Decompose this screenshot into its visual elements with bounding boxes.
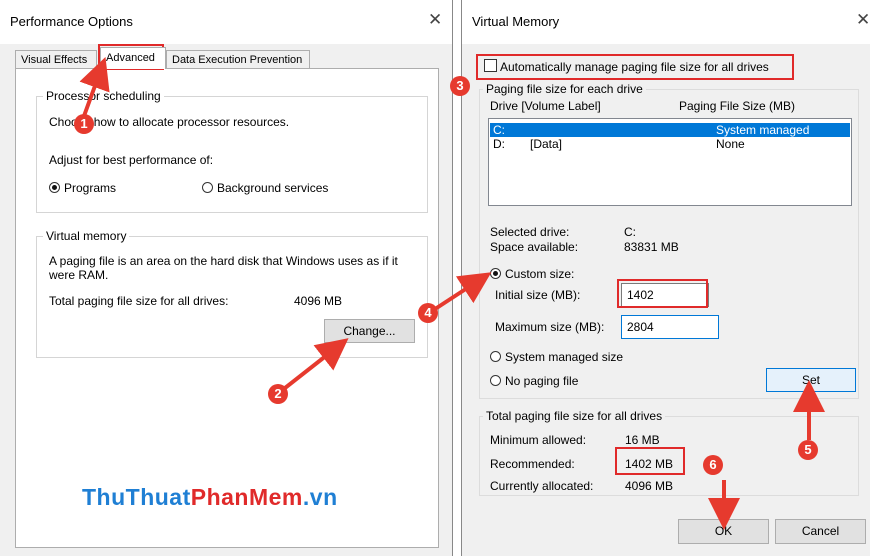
system-managed-radio[interactable]: System managed size <box>490 350 623 364</box>
currently-allocated-label: Currently allocated: <box>490 479 594 493</box>
drive-row-d[interactable]: D: [Data] None <box>490 137 850 151</box>
system-managed-label: System managed size <box>505 350 624 364</box>
adjust-label: Adjust for best performance of: <box>49 153 214 167</box>
highlight-recommended <box>615 447 685 475</box>
maximum-size-label: Maximum size (MB): <box>495 320 605 334</box>
window-title: Performance Options <box>10 14 133 29</box>
background-services-radio[interactable]: Background services <box>202 181 328 195</box>
set-button[interactable]: Set <box>766 368 856 392</box>
recommended-label: Recommended: <box>490 457 575 471</box>
virtual-memory-legend: Virtual memory <box>43 229 130 243</box>
advanced-tab-panel: Processor scheduling Choose how to alloc… <box>15 68 439 548</box>
custom-size-radio-indicator[interactable] <box>490 268 501 279</box>
size-column-header: Paging File Size (MB) <box>679 99 796 113</box>
watermark-part-2: PhanMem <box>190 484 303 510</box>
paging-file-group: Paging file size for each drive Drive [V… <box>479 82 859 399</box>
custom-size-radio[interactable]: Custom size: <box>490 267 574 281</box>
annotation-badge-4: 4 <box>418 303 438 323</box>
currently-allocated-value: 4096 MB <box>625 479 674 493</box>
annotation-badge-6: 6 <box>703 455 723 475</box>
performance-options-window: Performance Options ✕ Visual Effects Adv… <box>0 0 453 556</box>
title-bar: Virtual Memory ✕ <box>462 0 870 44</box>
paging-file-legend: Paging file size for each drive <box>483 82 646 96</box>
tab-visual-effects[interactable]: Visual Effects <box>15 50 97 68</box>
watermark-part-3: .vn <box>302 484 338 510</box>
cancel-button[interactable]: Cancel <box>775 519 866 544</box>
tab-advanced[interactable]: Advanced <box>100 47 166 69</box>
virtual-memory-group: Virtual memory A paging file is an area … <box>36 229 428 358</box>
drive-list[interactable]: C: System managed D: [Data] None <box>488 118 852 206</box>
maximum-size-input[interactable]: 2804 <box>621 315 719 339</box>
annotation-badge-2: 2 <box>268 384 288 404</box>
minimum-allowed-value: 16 MB <box>625 433 660 447</box>
annotation-badge-3: 3 <box>450 76 470 96</box>
drive-column-header: Drive [Volume Label] <box>490 99 601 113</box>
close-icon[interactable]: ✕ <box>856 10 870 30</box>
space-available-label: Space available: <box>490 240 579 254</box>
watermark: ThuThuatPhanMem.vn <box>82 484 338 511</box>
programs-radio[interactable]: Programs <box>49 181 116 195</box>
no-paging-file-radio-indicator[interactable] <box>490 375 501 386</box>
tab-strip: Visual Effects Advanced Data Execution P… <box>15 47 435 70</box>
drive-row-c[interactable]: C: System managed <box>490 123 850 137</box>
drive-paging-size: None <box>716 137 745 151</box>
programs-radio-label: Programs <box>64 181 117 195</box>
initial-size-label: Initial size (MB): <box>495 288 581 302</box>
tab-data-execution-prevention[interactable]: Data Execution Prevention <box>166 50 310 68</box>
custom-size-label: Custom size: <box>505 267 575 281</box>
space-available-value: 83831 MB <box>624 240 679 254</box>
selected-drive-value: C: <box>624 225 636 239</box>
total-paging-legend: Total paging file size for all drives <box>483 409 666 423</box>
annotation-badge-5: 5 <box>798 440 818 460</box>
system-managed-radio-indicator[interactable] <box>490 351 501 362</box>
processor-scheduling-legend: Processor scheduling <box>43 89 164 103</box>
drive-letter: C: <box>493 123 505 137</box>
no-paging-file-radio[interactable]: No paging file <box>490 374 578 388</box>
no-paging-file-label: No paging file <box>505 374 579 388</box>
highlight-auto-manage <box>476 54 794 80</box>
programs-radio-indicator[interactable] <box>49 182 60 193</box>
change-button[interactable]: Change... <box>324 319 415 343</box>
highlight-initial-size <box>617 279 708 308</box>
total-paging-label: Total paging file size for all drives: <box>49 294 229 308</box>
watermark-part-1: ThuThuat <box>82 484 191 510</box>
total-paging-value: 4096 MB <box>294 294 343 308</box>
ok-button[interactable]: OK <box>678 519 769 544</box>
close-icon[interactable]: ✕ <box>428 10 442 30</box>
processor-scheduling-group: Processor scheduling Choose how to alloc… <box>36 89 428 213</box>
annotation-badge-1: 1 <box>74 114 94 134</box>
title-bar: Performance Options ✕ <box>0 0 452 44</box>
background-services-radio-indicator[interactable] <box>202 182 213 193</box>
drive-letter: D: <box>493 137 505 151</box>
drive-volume-label: [Data] <box>530 137 563 151</box>
paging-file-description: A paging file is an area on the hard dis… <box>49 254 398 282</box>
background-services-radio-label: Background services <box>217 181 329 195</box>
window-title: Virtual Memory <box>472 14 560 29</box>
minimum-allowed-label: Minimum allowed: <box>490 433 587 447</box>
selected-drive-label: Selected drive: <box>490 225 570 239</box>
drive-paging-size: System managed <box>716 123 810 137</box>
